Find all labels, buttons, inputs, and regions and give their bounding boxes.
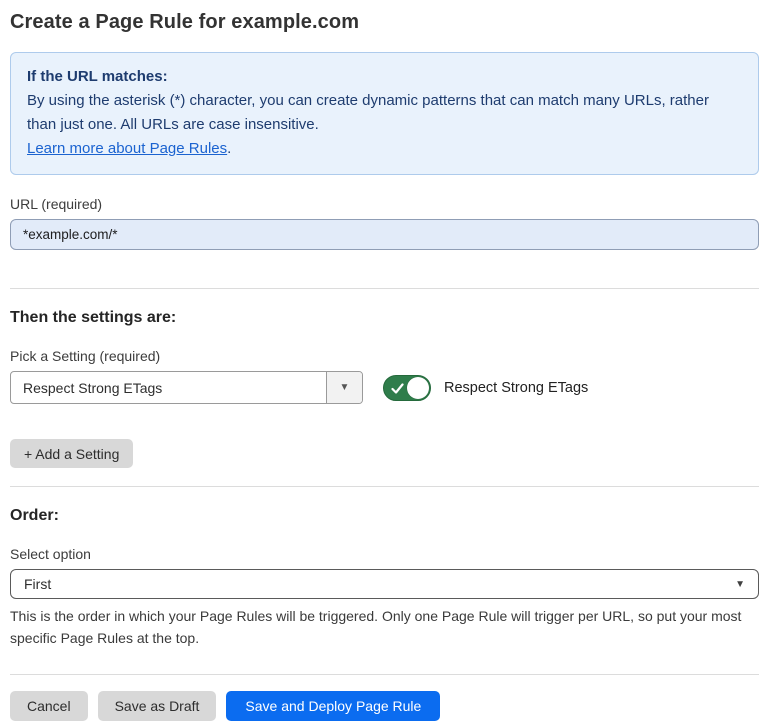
order-select[interactable]: First ▼ [10,569,759,599]
toggle-label: Respect Strong ETags [444,380,588,396]
learn-more-link[interactable]: Learn more about Page Rules [27,140,227,157]
save-and-deploy-button[interactable]: Save and Deploy Page Rule [226,691,440,721]
toggle-knob [407,377,429,399]
url-match-info-box: If the URL matches: By using the asteris… [10,52,759,175]
chevron-down-icon: ▼ [735,579,745,590]
add-setting-button[interactable]: + Add a Setting [10,439,133,468]
url-input[interactable] [10,219,759,250]
save-as-draft-button[interactable]: Save as Draft [98,691,217,721]
order-help-text: This is the order in which your Page Rul… [10,605,755,649]
settings-section-heading: Then the settings are: [10,309,759,327]
url-field-label: URL (required) [10,196,759,212]
order-section-heading: Order: [10,507,759,525]
divider [10,674,759,675]
respect-strong-etags-toggle[interactable] [383,375,431,401]
cancel-button[interactable]: Cancel [10,691,88,721]
link-suffix: . [227,140,231,157]
info-box-link-line: Learn more about Page Rules. [27,137,742,161]
check-icon [391,382,404,395]
setting-select-arrow-button[interactable]: ▼ [326,372,362,403]
divider [10,486,759,487]
divider [10,288,759,289]
footer-actions: Cancel Save as Draft Save and Deploy Pag… [10,691,759,721]
setting-select[interactable]: Respect Strong ETags ▼ [10,371,363,404]
info-box-body: By using the asterisk (*) character, you… [27,89,742,137]
chevron-down-icon: ▼ [340,382,350,393]
setting-select-value: Respect Strong ETags [11,372,326,403]
order-select-value: First [24,576,51,592]
pick-setting-label: Pick a Setting (required) [10,348,759,364]
setting-row: Respect Strong ETags ▼ Respect Strong ET… [10,371,759,404]
page-title: Create a Page Rule for example.com [10,11,759,34]
info-box-heading: If the URL matches: [27,65,742,89]
order-select-label: Select option [10,546,759,562]
create-page-rule-form: Create a Page Rule for example.com If th… [0,0,769,721]
